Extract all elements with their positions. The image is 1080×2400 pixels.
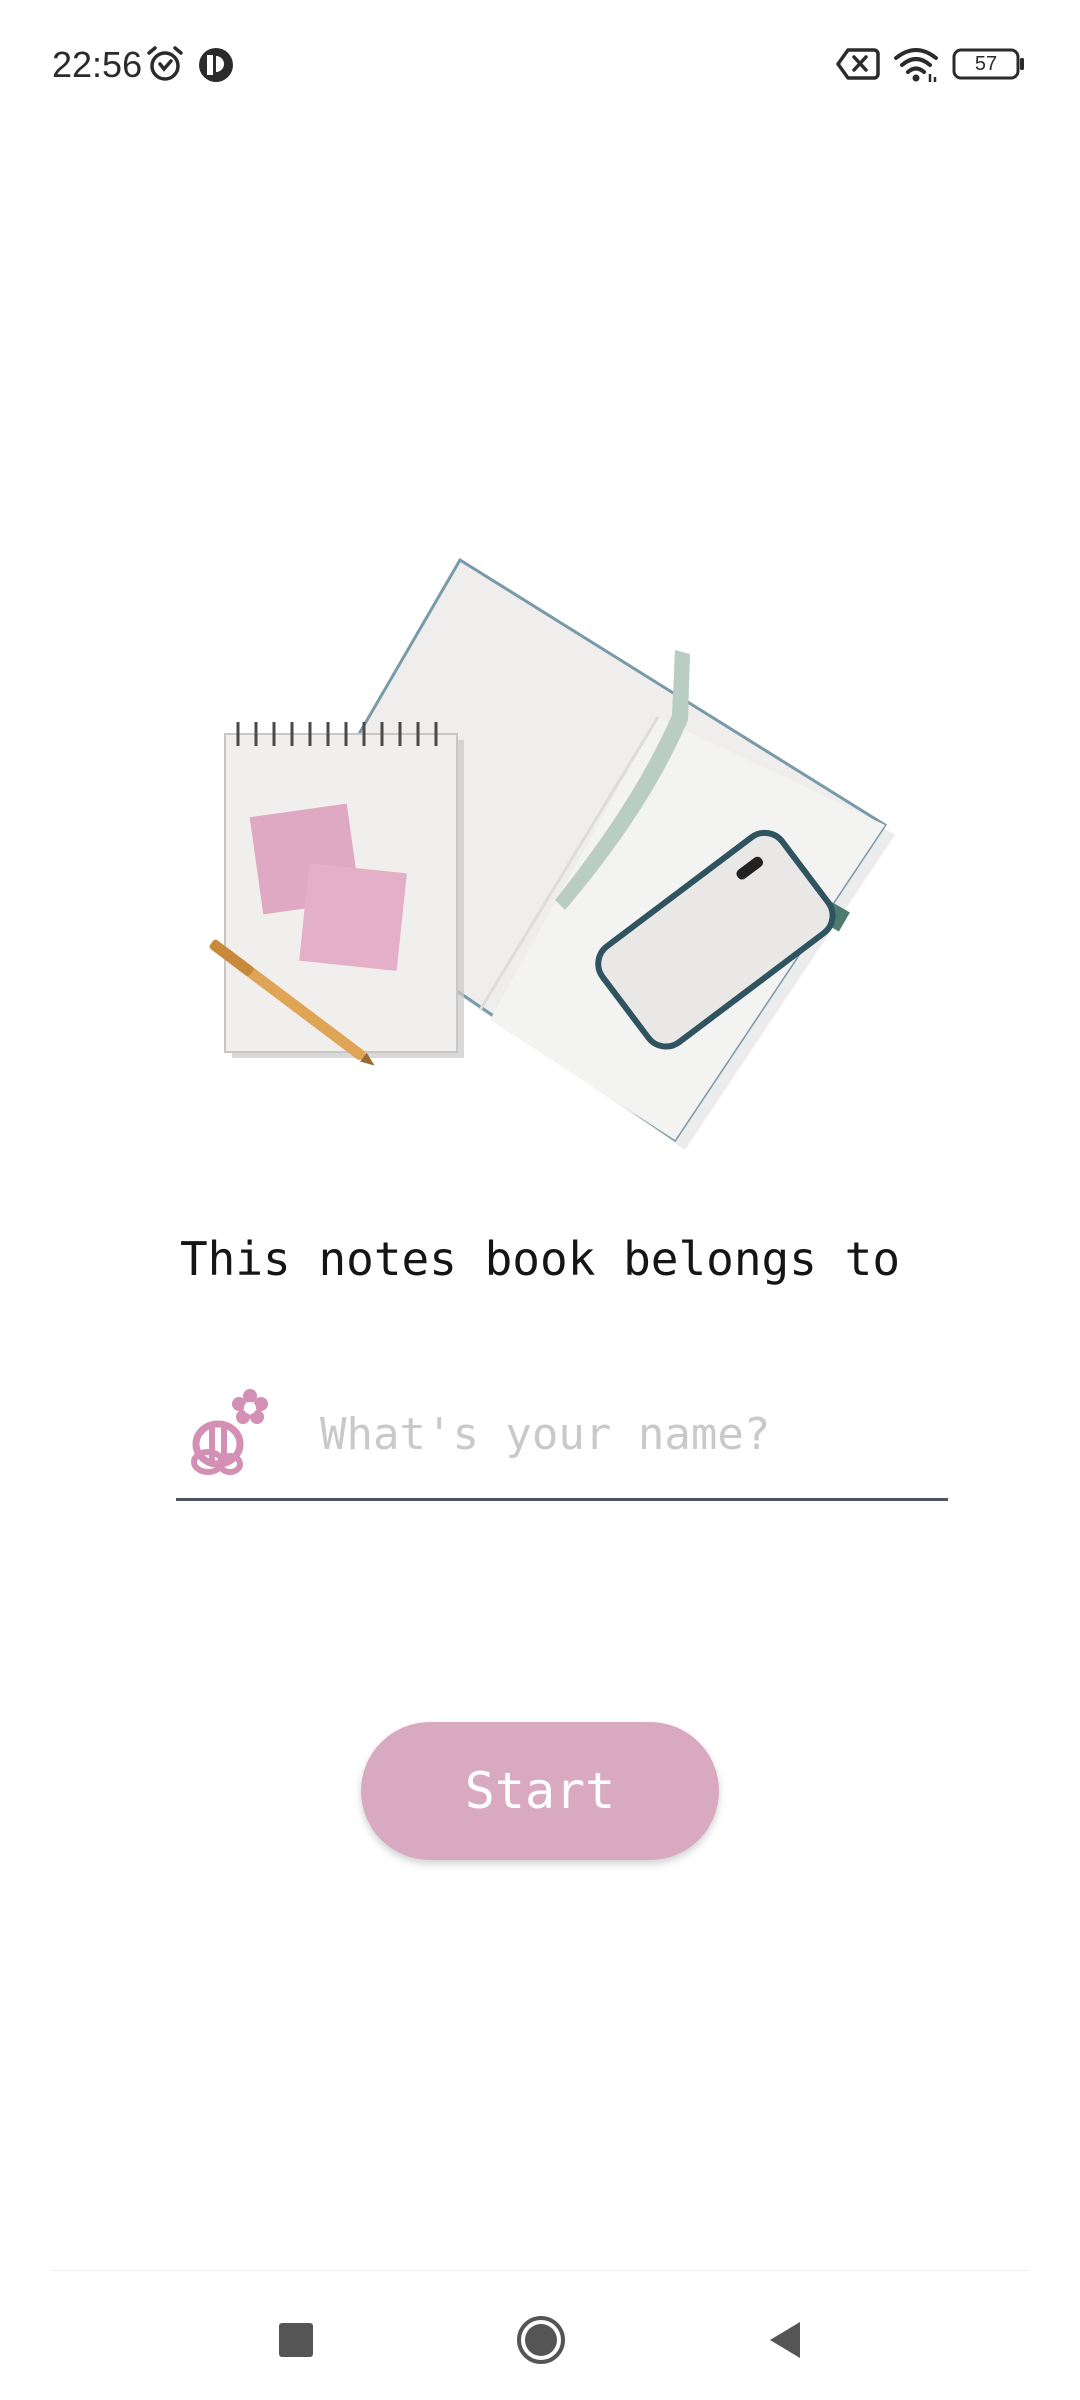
- battery-icon: 57: [952, 44, 1026, 84]
- status-bar: 22:56 57: [0, 0, 1080, 132]
- home-button[interactable]: [506, 2305, 576, 2375]
- home-icon: [517, 2316, 565, 2364]
- name-field-container: [176, 1370, 948, 1502]
- sim-error-icon: [836, 48, 880, 80]
- bee-flower-icon: [191, 1389, 268, 1475]
- back-button[interactable]: [751, 2305, 821, 2375]
- notebook-phone-illustration: [209, 557, 895, 1150]
- status-time: 22:56: [52, 44, 143, 85]
- back-icon: [770, 2322, 800, 2358]
- recents-icon: [279, 2323, 313, 2357]
- nav-divider: [50, 2270, 1030, 2271]
- start-button[interactable]: Start: [361, 1722, 719, 1860]
- wifi-icon: [894, 48, 938, 82]
- name-input[interactable]: [318, 1388, 942, 1480]
- belongs-to-label: This notes book belongs to: [179, 1232, 901, 1286]
- alarm-icon: [147, 46, 183, 81]
- app-notification-icon: [199, 48, 233, 82]
- battery-level: 57: [974, 53, 998, 75]
- recents-button[interactable]: [261, 2305, 331, 2375]
- name-input-underline: [176, 1498, 948, 1501]
